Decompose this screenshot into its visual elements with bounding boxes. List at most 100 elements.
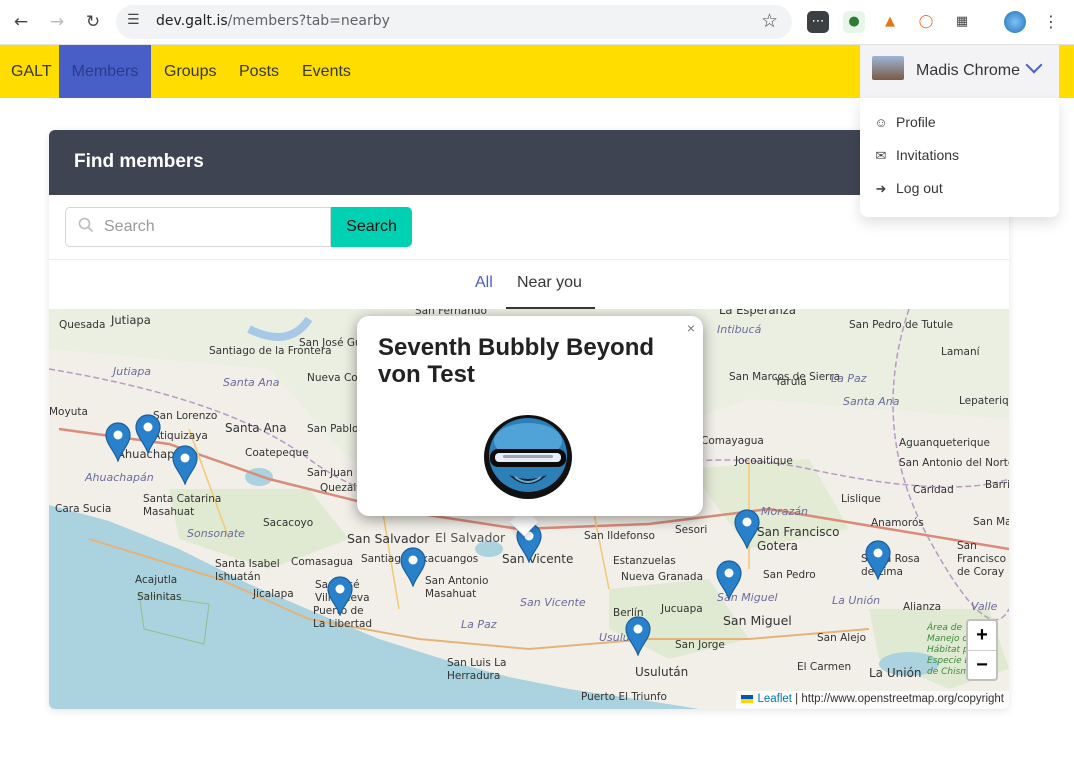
member-marker[interactable] — [865, 540, 891, 580]
place-label: Jocoaitique — [735, 455, 793, 467]
leaflet-link[interactable]: Leaflet — [757, 693, 792, 705]
browser-menu-icon[interactable]: ⋮ — [1040, 11, 1062, 33]
place-label: Usulután — [635, 665, 689, 679]
department-label: Intibucá — [717, 323, 762, 336]
place-label: Alianza — [903, 601, 942, 613]
attribution-text: | http://www.openstreetmap.org/copyright — [791, 693, 1004, 705]
place-label: Cara Sucia — [55, 503, 112, 515]
department-label: La Unión — [832, 594, 881, 607]
zoom-in-button[interactable]: + — [968, 621, 996, 650]
place-label: San Antonio del Norte — [899, 457, 1009, 469]
nav-events[interactable]: Events — [302, 45, 351, 98]
member-marker[interactable] — [135, 414, 161, 454]
department-label: Ahuachapán — [85, 471, 154, 484]
place-label: El Salvador — [435, 530, 506, 545]
place-label: Yarula — [775, 376, 807, 388]
place-label: Jutiapa — [111, 313, 151, 327]
url-text[interactable]: dev.galt.is/members?tab=nearby — [156, 13, 390, 29]
place-label: Salinitas — [137, 591, 182, 603]
dropdown-label: Profile — [896, 114, 936, 130]
place-label: San Pedro de Tutule — [849, 319, 954, 331]
site-info-icon[interactable]: ☰ — [127, 12, 140, 28]
place-label: Anamorós — [871, 517, 924, 529]
reload-icon[interactable]: ↻ — [83, 12, 103, 32]
find-members-card: Find members Search All Near you — [49, 130, 1009, 709]
nav-members[interactable]: Members — [59, 45, 151, 98]
place-label: Caridad — [913, 484, 954, 496]
department-label: Jutiapa — [113, 365, 152, 378]
zoom-out-button[interactable]: − — [968, 651, 996, 680]
search-icon — [78, 217, 94, 233]
place-label: San Francisco de Coray — [957, 540, 1007, 578]
dropdown-logout[interactable]: ➜ Log out — [872, 180, 943, 200]
user-dropdown: ☺ Profile ✉ Invitations ➜ Log out — [860, 98, 1059, 217]
place-label: San Miguel — [723, 613, 792, 628]
members-map[interactable]: Quesada Jutiapa San Fernando La Esperanz… — [49, 309, 1009, 709]
place-label: Quesada — [59, 319, 106, 331]
popup-member-name[interactable]: Seventh Bubbly Beyond von Test — [378, 334, 678, 388]
dropdown-label: Invitations — [896, 147, 960, 163]
member-marker[interactable] — [716, 560, 742, 600]
department-label: Morazán — [761, 505, 808, 518]
user-menu-trigger[interactable]: Madis Chrome — [860, 45, 1059, 98]
chevron-down-icon — [1025, 56, 1043, 74]
place-label: Lepaterique — [959, 395, 1009, 407]
profile-globe-icon[interactable] — [1004, 11, 1026, 33]
department-label: Santa Ana — [843, 395, 900, 408]
place-label: El Carmen — [797, 661, 852, 673]
extensions-puzzle-icon[interactable]: ▦ — [951, 11, 973, 33]
place-label: San Antonio Masahuat — [425, 575, 489, 600]
place-label: San Salvador — [347, 531, 430, 546]
tab-near-you[interactable]: Near you — [517, 274, 582, 292]
address-bar[interactable]: ☰ dev.galt.is/members?tab=nearby ☆ — [116, 5, 792, 39]
extension-dots-icon[interactable]: ⋯ — [807, 11, 829, 33]
place-label: Comayagua — [701, 435, 764, 447]
place-label: Santa Isabel Ishuatán — [215, 558, 280, 583]
dropdown-profile[interactable]: ☺ Profile — [872, 114, 936, 134]
place-label: Coatepeque — [245, 447, 309, 459]
place-label: Acajutla — [135, 574, 178, 586]
bookmark-star-icon[interactable]: ☆ — [761, 10, 778, 32]
member-marker[interactable] — [172, 445, 198, 485]
nav-groups[interactable]: Groups — [164, 45, 216, 98]
place-label: La Esperanza — [719, 309, 796, 317]
member-marker[interactable] — [327, 576, 353, 616]
place-label: Moyuta — [49, 406, 88, 418]
user-name: Madis Chrome — [916, 62, 1021, 79]
logout-icon: ➜ — [875, 181, 887, 196]
place-label: San Francisco Gotera — [757, 525, 840, 553]
search-input[interactable] — [104, 216, 324, 238]
tab-all[interactable]: All — [475, 274, 493, 292]
ukraine-flag-icon — [741, 694, 754, 703]
member-marker[interactable] — [105, 422, 131, 462]
close-icon[interactable]: × — [687, 320, 695, 336]
nav-posts[interactable]: Posts — [239, 45, 279, 98]
browser-toolbar: ← → ↻ ☰ dev.galt.is/members?tab=nearby ☆… — [0, 0, 1074, 45]
brand-link[interactable]: GALT — [0, 45, 63, 98]
place-label: San Jorge — [675, 639, 725, 651]
place-label: San Luis La Herradura — [447, 657, 507, 682]
member-avatar-icon[interactable] — [481, 411, 575, 501]
extension-b-icon[interactable]: ◯ — [915, 11, 937, 33]
back-icon[interactable]: ← — [11, 12, 31, 32]
member-marker[interactable] — [400, 547, 426, 587]
member-marker[interactable] — [625, 616, 651, 656]
metamask-fox-icon[interactable]: ▲ — [879, 11, 901, 33]
place-label: Aguanqueterique — [899, 437, 990, 449]
avatar — [872, 56, 904, 80]
place-label: Lamaní — [941, 346, 980, 358]
place-label: Santa Ana — [225, 421, 287, 435]
user-icon: ☺ — [874, 115, 888, 130]
dropdown-invitations[interactable]: ✉ Invitations — [872, 147, 960, 167]
extension-frog-icon[interactable]: ● — [843, 11, 865, 33]
search-button[interactable]: Search — [331, 207, 412, 247]
search-field[interactable] — [65, 207, 331, 247]
place-label: San Pedro — [763, 569, 816, 581]
department-label: Santa Ana — [223, 376, 280, 389]
place-label: Comasagua — [291, 556, 354, 568]
place-label: San Lorenzo — [153, 410, 218, 422]
place-label: San Marcos — [973, 516, 1009, 528]
member-marker[interactable] — [734, 509, 760, 549]
forward-icon[interactable]: → — [47, 12, 67, 32]
dropdown-label: Log out — [896, 180, 943, 196]
